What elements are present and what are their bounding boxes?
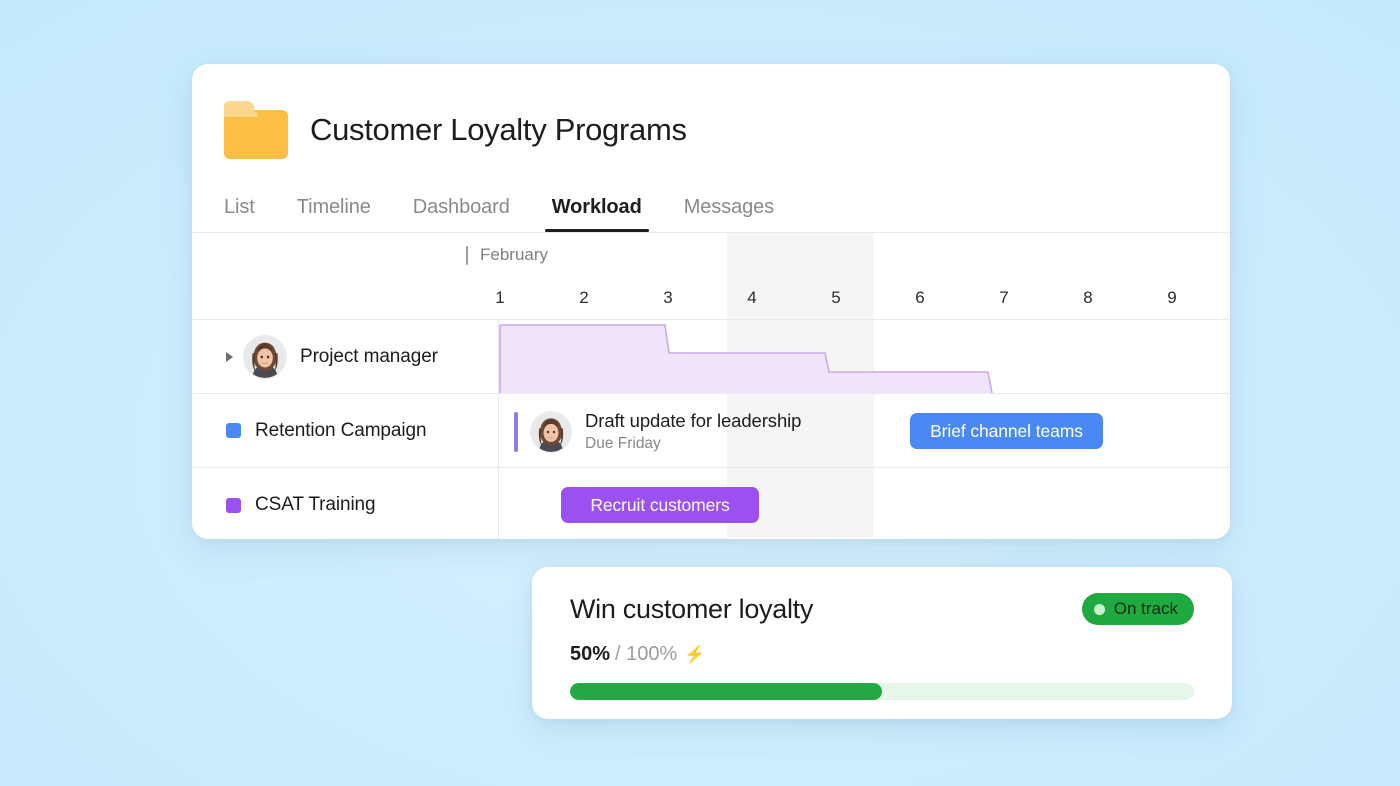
day-column-7: 7 bbox=[999, 288, 1009, 307]
day-column-8: 8 bbox=[1083, 288, 1093, 307]
table-row: CSAT Training Recruit customers bbox=[192, 468, 1230, 539]
task-card-draft-update[interactable]: Draft update for leadership Due Friday bbox=[514, 409, 801, 454]
day-column-3: 3 bbox=[663, 288, 673, 307]
folder-icon bbox=[224, 101, 288, 159]
workload-area-chart bbox=[499, 324, 993, 394]
card-header: Customer Loyalty Programs List Timeline … bbox=[192, 64, 1230, 232]
task-chip-brief-channel-teams[interactable]: Brief channel teams bbox=[910, 413, 1103, 449]
month-header-row: February bbox=[192, 233, 1230, 277]
day-column-9: 9 bbox=[1167, 288, 1177, 307]
tab-dashboard[interactable]: Dashboard bbox=[392, 196, 531, 232]
day-column-5: 5 bbox=[831, 288, 841, 307]
day-header-row: 1 2 3 4 5 6 7 8 9 bbox=[192, 277, 1230, 319]
table-row: Retention Campaign Draft update for lead… bbox=[192, 394, 1230, 468]
goal-progress-bar bbox=[570, 683, 1194, 700]
task-accent-bar bbox=[514, 411, 518, 452]
workload-chart-track bbox=[498, 320, 1230, 394]
goal-current-value: 50% bbox=[570, 643, 611, 665]
goal-card: Win customer loyalty On track 50% / 100%… bbox=[532, 567, 1232, 719]
task-due-date: Due Friday bbox=[585, 435, 661, 453]
project-color-swatch-purple bbox=[226, 497, 241, 513]
month-label: February bbox=[480, 245, 549, 264]
table-row: Project manager bbox=[192, 320, 1230, 394]
avatar bbox=[243, 334, 287, 379]
project-title-row: Customer Loyalty Programs bbox=[224, 94, 1198, 166]
tab-messages[interactable]: Messages bbox=[663, 196, 795, 232]
day-column-6: 6 bbox=[915, 288, 925, 307]
csat-training-track: Recruit customers bbox=[498, 468, 1230, 539]
workload-card: Customer Loyalty Programs List Timeline … bbox=[192, 64, 1230, 539]
tab-list[interactable]: List bbox=[224, 196, 276, 232]
timeline-grid: February 1 2 3 4 5 6 7 8 9 Project manag… bbox=[192, 233, 1230, 539]
goal-title: Win customer loyalty bbox=[570, 593, 814, 624]
day-column-2: 2 bbox=[579, 288, 589, 307]
project-color-swatch-blue bbox=[226, 423, 241, 438]
expand-triangle-icon[interactable] bbox=[226, 351, 233, 362]
workload-row-label: Project manager bbox=[192, 320, 498, 393]
month-divider-bar bbox=[466, 245, 468, 265]
lightning-bolt-icon: ⚡ bbox=[684, 644, 706, 664]
row-name-label: CSAT Training bbox=[255, 494, 376, 515]
day-column-4: 4 bbox=[747, 288, 757, 307]
status-dot-icon bbox=[1093, 603, 1105, 615]
goal-header: Win customer loyalty On track bbox=[570, 593, 1194, 625]
task-title: Draft update for leadership bbox=[585, 410, 802, 431]
day-column-1: 1 bbox=[495, 288, 505, 307]
goal-progress-fill bbox=[570, 683, 882, 700]
row-name-label: Project manager bbox=[300, 345, 438, 367]
status-badge-label: On track bbox=[1113, 599, 1178, 618]
status-badge[interactable]: On track bbox=[1081, 593, 1194, 625]
tab-timeline[interactable]: Timeline bbox=[276, 196, 392, 232]
retention-campaign-row-label: Retention Campaign bbox=[192, 394, 498, 467]
goal-target-value: / 100% bbox=[615, 643, 678, 665]
row-name-label: Retention Campaign bbox=[255, 419, 427, 441]
task-chip-recruit-customers[interactable]: Recruit customers bbox=[561, 487, 759, 523]
tab-workload[interactable]: Workload bbox=[531, 196, 663, 232]
retention-campaign-track: Draft update for leadership Due Friday B… bbox=[498, 394, 1230, 467]
avatar bbox=[530, 410, 572, 453]
csat-training-row-label: CSAT Training bbox=[192, 468, 498, 539]
page-title: Customer Loyalty Programs bbox=[310, 112, 687, 147]
goal-metrics: 50% / 100% ⚡ bbox=[570, 643, 1194, 666]
view-tabs: List Timeline Dashboard Workload Message… bbox=[224, 180, 1198, 232]
